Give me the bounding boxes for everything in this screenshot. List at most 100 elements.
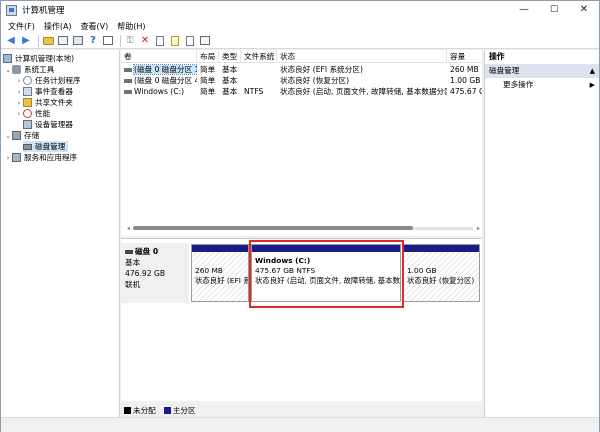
column-header-filesystem[interactable]: 文件系统	[241, 50, 277, 63]
tree-item-label: 系统工具	[24, 65, 55, 74]
tree-item-label: 服务和应用程序	[24, 153, 78, 162]
volume-filesystem	[241, 64, 277, 75]
toolbar-divider	[120, 34, 121, 47]
title-bar[interactable]: 计算机管理 — ☐ ✕	[1, 1, 599, 19]
volume-type: 基本	[222, 76, 238, 85]
collapse-icon[interactable]: ▲	[590, 64, 595, 78]
search-doc-icon[interactable]	[169, 35, 181, 47]
scroll-left-icon[interactable]: ◂	[127, 225, 130, 232]
volume-list-header: 卷 布局 类型 文件系统 状态 容量	[121, 50, 482, 63]
tree-item-services[interactable]: › 服务和应用程序	[4, 152, 77, 163]
actions-header: 操作	[489, 52, 505, 61]
menu-action[interactable]: 操作(A)	[41, 21, 78, 32]
partition-size: 260 MB	[195, 266, 223, 275]
unallocated-swatch	[124, 406, 131, 414]
volume-list: 卷 布局 类型 文件系统 状态 容量 (磁盘 0 磁盘分区 1) 简单 基本 状…	[121, 50, 482, 236]
tree-item-storage[interactable]: ⌄ 存储	[4, 130, 39, 141]
tools-icon	[12, 65, 21, 74]
table-row[interactable]: (磁盘 0 磁盘分区 4) 简单 基本 状态良好 (恢复分区) 1.00 GB	[121, 75, 482, 86]
more-actions-item[interactable]: 更多操作 ▶	[485, 78, 599, 92]
more-actions-label: 更多操作	[503, 80, 534, 89]
tree-item-shared-folders[interactable]: › 共享文件夹	[15, 97, 73, 108]
storage-icon	[12, 131, 21, 140]
scroll-right-icon[interactable]: ▸	[477, 225, 480, 232]
menu-bar: 文件(F) 操作(A) 查看(V) 帮助(H)	[1, 19, 599, 33]
chevron-down-icon[interactable]: ⌄	[4, 66, 12, 74]
volume-name: (磁盘 0 磁盘分区 1)	[132, 64, 197, 75]
menu-file[interactable]: 文件(F)	[5, 21, 41, 32]
list-view-icon[interactable]	[102, 35, 114, 47]
volume-layout: 简单	[200, 76, 216, 85]
tree-item-root[interactable]: 计算机管理(本地)	[3, 53, 74, 64]
scrollbar-thumb[interactable]	[133, 226, 413, 230]
column-header-type[interactable]: 类型	[219, 50, 241, 63]
minimize-icon[interactable]: —	[509, 1, 539, 19]
partition-size: 1.00 GB	[407, 266, 437, 275]
actions-section-label: 磁盘管理	[489, 66, 520, 75]
forward-icon[interactable]: ▶	[20, 35, 32, 47]
disk-type: 基本	[125, 258, 141, 267]
volume-capacity: 260 MB	[450, 65, 479, 74]
volume-icon	[124, 68, 132, 72]
window-title: 计算机管理	[22, 6, 65, 16]
disk-icon	[23, 143, 32, 150]
menu-view[interactable]: 查看(V)	[78, 21, 115, 32]
partition-recovery[interactable]: 1.00 GB 状态良好 (恢复分区)	[403, 244, 480, 302]
event-viewer-icon	[23, 87, 32, 96]
volume-type: 基本	[222, 65, 238, 74]
volume-status: 状态良好 (启动, 页面文件, 故障转储, 基本数据分区)	[280, 87, 447, 96]
volume-layout: 简单	[200, 87, 216, 96]
delete-icon[interactable]: ✕	[139, 35, 151, 47]
show-hide-tree-icon[interactable]	[57, 35, 69, 47]
horizontal-scrollbar[interactable]: ◂ ▸	[127, 225, 480, 232]
chevron-right-icon[interactable]: ›	[15, 77, 23, 85]
actions-section-disk-management[interactable]: 磁盘管理 ▲	[485, 64, 599, 78]
legend-unallocated: 未分配	[133, 405, 156, 415]
volume-layout: 简单	[200, 65, 216, 74]
highlight-box	[249, 240, 404, 308]
tree-item-label: 共享文件夹	[35, 98, 73, 107]
chevron-down-icon[interactable]: ⌄	[4, 132, 12, 140]
edit-doc-icon[interactable]	[184, 35, 196, 47]
maximize-icon[interactable]: ☐	[539, 1, 569, 19]
check-doc-icon[interactable]	[154, 35, 166, 47]
column-header-layout[interactable]: 布局	[197, 50, 219, 63]
disk-0-label[interactable]: 磁盘 0 基本 476.92 GB 联机	[121, 243, 189, 303]
status-bar	[1, 417, 599, 432]
volume-capacity: 475.67 GB	[450, 87, 482, 96]
help-icon[interactable]: ?	[87, 35, 99, 47]
tree-item-label: 存储	[24, 131, 40, 140]
tree-item-device-manager[interactable]: 设备管理器	[15, 119, 73, 130]
column-header-volume[interactable]: 卷	[121, 50, 197, 63]
menu-help[interactable]: 帮助(H)	[114, 21, 151, 32]
properties-icon[interactable]	[72, 35, 84, 47]
chevron-right-icon[interactable]: ›	[4, 154, 12, 162]
table-row[interactable]: Windows (C:) 简单 基本 NTFS 状态良好 (启动, 页面文件, …	[121, 86, 482, 97]
chevron-right-icon[interactable]: ›	[15, 99, 23, 107]
actions-pane: 操作 磁盘管理 ▲ 更多操作 ▶	[484, 50, 599, 417]
tree-item-disk-management[interactable]: 磁盘管理	[23, 141, 69, 152]
up-folder-icon[interactable]	[42, 35, 54, 47]
column-header-status[interactable]: 状态	[277, 50, 447, 63]
chevron-right-icon: ▶	[589, 81, 595, 89]
back-icon[interactable]: ◀	[5, 35, 17, 47]
performance-icon	[23, 109, 32, 118]
close-icon[interactable]: ✕	[569, 1, 599, 19]
partition-efi[interactable]: 260 MB 状态良好 (EFI 系统分区)	[191, 244, 249, 302]
navigation-tree: 计算机管理(本地) ⌄ 系统工具 › 任务计划程序 › 事件查看器 › 共享文件…	[1, 50, 120, 417]
volume-type: 基本	[222, 87, 238, 96]
key-icon[interactable]: ⚿	[124, 35, 136, 47]
chevron-right-icon[interactable]: ›	[15, 110, 23, 118]
chevron-right-icon[interactable]: ›	[15, 88, 23, 96]
console-icon[interactable]	[199, 35, 211, 47]
volume-name: Windows (C:)	[134, 87, 185, 96]
volume-filesystem: NTFS	[244, 87, 264, 96]
table-row[interactable]: (磁盘 0 磁盘分区 1) 简单 基本 状态良好 (EFI 系统分区) 260 …	[121, 64, 482, 75]
tree-item-performance[interactable]: › 性能	[15, 108, 50, 119]
tree-item-system-tools[interactable]: ⌄ 系统工具	[4, 64, 54, 75]
disk-icon	[125, 250, 133, 254]
column-header-capacity[interactable]: 容量	[447, 50, 482, 63]
tree-item-task-scheduler[interactable]: › 任务计划程序	[15, 75, 81, 86]
tree-item-event-viewer[interactable]: › 事件查看器	[15, 86, 73, 97]
computer-icon	[3, 54, 12, 63]
